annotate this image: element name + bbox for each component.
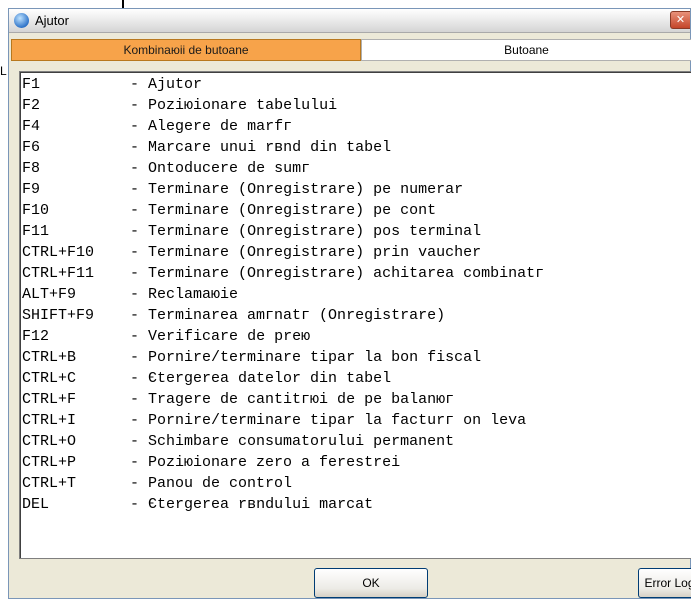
shortcut-key: F11 bbox=[22, 223, 50, 240]
shortcut-description: Єtergerea datelor din tabel bbox=[148, 370, 392, 387]
shortcut-line: F1 - Ajutor bbox=[22, 76, 544, 97]
shortcut-key: F12 bbox=[22, 328, 50, 345]
shortcut-description: Terminare (Оnregistrare) prin vaucher bbox=[148, 244, 482, 261]
shortcut-key: F6 bbox=[22, 139, 41, 156]
shortcut-line: ALT+F9 - Reclamaюie bbox=[22, 286, 544, 307]
shortcut-description: Ajutor bbox=[148, 76, 203, 93]
shortcut-key: CTRL+B bbox=[22, 349, 77, 366]
shortcut-description: Terminarea amгnatг (Оnregistrare) bbox=[148, 307, 446, 324]
shortcut-key: CTRL+T bbox=[22, 475, 77, 492]
shortcut-line: F2 - Poziюionare tabelului bbox=[22, 97, 544, 118]
shortcut-separator: - bbox=[76, 412, 149, 429]
shortcut-line: F9 - Terminare (Оnregistrare) pe numerar bbox=[22, 181, 544, 202]
shortcut-separator: - bbox=[94, 307, 149, 324]
shortcut-description: Poziюionare tabelului bbox=[148, 97, 338, 114]
shortcut-key: F9 bbox=[22, 181, 41, 198]
shortcut-description: Terminare (Оnregistrare) pe numerar bbox=[148, 181, 464, 198]
shortcut-description: Tragere de cantitгюi de pe balanюг bbox=[148, 391, 455, 408]
shortcut-line: F6 - Marcare unui rвnd din tabel bbox=[22, 139, 544, 160]
shortcut-separator: - bbox=[40, 181, 149, 198]
shortcut-separator: - bbox=[76, 349, 149, 366]
shortcut-description: Terminare (Оnregistrare) achitarea combi… bbox=[148, 265, 545, 282]
shortcut-key: CTRL+P bbox=[22, 454, 77, 471]
shortcut-key: F8 bbox=[22, 160, 41, 177]
shortcut-line: CTRL+F11 - Terminare (Оnregistrare) achi… bbox=[22, 265, 544, 286]
shortcut-key: F10 bbox=[22, 202, 50, 219]
shortcut-key: F4 bbox=[22, 118, 41, 135]
shortcut-key: DEL bbox=[22, 496, 50, 513]
shortcuts-text-area[interactable]: F1 - Ajutor F2 - Poziюionare tabelului F4 … bbox=[19, 71, 691, 559]
shortcut-separator: - bbox=[94, 265, 149, 282]
shortcut-description: Pornire/terminare tipar la bon fiscal bbox=[148, 349, 482, 366]
shortcut-line: CTRL+F10 - Terminare (Оnregistrare) prin… bbox=[22, 244, 544, 265]
shortcut-line: CTRL+C - Єtergerea datelor din tabel bbox=[22, 370, 544, 391]
shortcut-separator: - bbox=[49, 223, 149, 240]
shortcut-description: Marcare unui rвnd din tabel bbox=[148, 139, 392, 156]
shortcut-key: ALT+F9 bbox=[22, 286, 77, 303]
app-globe-icon bbox=[14, 13, 29, 28]
shortcut-description: Єtergerea rвndului marcat bbox=[148, 496, 374, 513]
error-log-button[interactable]: Error Log bbox=[638, 568, 691, 598]
help-dialog: Ajutor ✕ Kombinaюii de butoane Butoane F… bbox=[8, 8, 691, 599]
shortcut-line: DEL - Єtergerea rвndului marcat bbox=[22, 496, 544, 517]
shortcut-separator: - bbox=[76, 454, 149, 471]
shortcut-description: Terminare (Оnregistrare) pos terminal bbox=[148, 223, 482, 240]
shortcut-line: CTRL+P - Poziюionare zero a ferestrei bbox=[22, 454, 544, 475]
ok-button[interactable]: OK bbox=[314, 568, 428, 598]
shortcut-key: CTRL+C bbox=[22, 370, 77, 387]
close-button[interactable]: ✕ bbox=[670, 11, 690, 29]
shortcut-line: F4 - Alegere de marfг bbox=[22, 118, 544, 139]
shortcut-separator: - bbox=[40, 97, 149, 114]
shortcut-separator: - bbox=[40, 76, 149, 93]
shortcut-separator: - bbox=[76, 286, 149, 303]
shortcut-separator: - bbox=[76, 391, 149, 408]
shortcut-description: Poziюionare zero a ferestrei bbox=[148, 454, 401, 471]
shortcut-description: Pornire/terminare tipar la facturг оn le… bbox=[148, 412, 527, 429]
background-text-fragment: L bbox=[0, 64, 7, 78]
shortcut-separator: - bbox=[76, 475, 149, 492]
shortcut-line: CTRL+I - Pornire/terminare tipar la fact… bbox=[22, 412, 544, 433]
tab-strip: Kombinaюii de butoane Butoane bbox=[11, 39, 691, 61]
shortcut-key: CTRL+F bbox=[22, 391, 77, 408]
shortcut-line: SHIFT+F9 - Terminarea amгnatг (Оnregistr… bbox=[22, 307, 544, 328]
shortcut-separator: - bbox=[94, 244, 149, 261]
shortcut-key: SHIFT+F9 bbox=[22, 307, 95, 324]
shortcut-description: Panou de control bbox=[148, 475, 293, 492]
shortcut-separator: - bbox=[76, 433, 149, 450]
shortcut-separator: - bbox=[49, 202, 149, 219]
shortcut-line: CTRL+F - Tragere de cantitгюi de pe bala… bbox=[22, 391, 544, 412]
shortcut-line: F12 - Verificare de preю bbox=[22, 328, 544, 349]
shortcut-description: Alegere de marfг bbox=[148, 118, 293, 135]
shortcut-separator: - bbox=[49, 496, 149, 513]
shortcut-separator: - bbox=[49, 328, 149, 345]
shortcut-description: Оntoducere de sumг bbox=[148, 160, 311, 177]
shortcut-line: F8 - Оntoducere de sumг bbox=[22, 160, 544, 181]
shortcut-line: CTRL+O - Schimbare consumatorului perman… bbox=[22, 433, 544, 454]
shortcut-line: CTRL+T - Panou de control bbox=[22, 475, 544, 496]
shortcut-key: CTRL+I bbox=[22, 412, 77, 429]
shortcut-key: CTRL+O bbox=[22, 433, 77, 450]
shortcut-key: F1 bbox=[22, 76, 41, 93]
shortcut-line: F11 - Terminare (Оnregistrare) pos termi… bbox=[22, 223, 544, 244]
shortcut-separator: - bbox=[40, 139, 149, 156]
shortcut-separator: - bbox=[40, 160, 149, 177]
tab-buttons[interactable]: Butoane bbox=[361, 39, 691, 61]
window-title: Ajutor bbox=[35, 13, 69, 28]
shortcut-line: F10 - Terminare (Оnregistrare) pe cont bbox=[22, 202, 544, 223]
shortcut-list: F1 - Ajutor F2 - Poziюionare tabelului F4 … bbox=[22, 76, 544, 517]
shortcut-description: Verificare de preю bbox=[148, 328, 311, 345]
shortcut-key: F2 bbox=[22, 97, 41, 114]
shortcut-key: CTRL+F10 bbox=[22, 244, 95, 261]
shortcut-separator: - bbox=[76, 370, 149, 387]
shortcut-description: Reclamaюie bbox=[148, 286, 239, 303]
shortcut-separator: - bbox=[40, 118, 149, 135]
title-bar[interactable]: Ajutor ✕ bbox=[9, 9, 690, 33]
tab-button-combinations[interactable]: Kombinaюii de butoane bbox=[11, 39, 361, 61]
shortcut-description: Terminare (Оnregistrare) pe cont bbox=[148, 202, 437, 219]
background-window-edge bbox=[122, 0, 124, 8]
shortcut-description: Schimbare consumatorului permanent bbox=[148, 433, 455, 450]
shortcut-key: CTRL+F11 bbox=[22, 265, 95, 282]
shortcut-line: CTRL+B - Pornire/terminare tipar la bon … bbox=[22, 349, 544, 370]
